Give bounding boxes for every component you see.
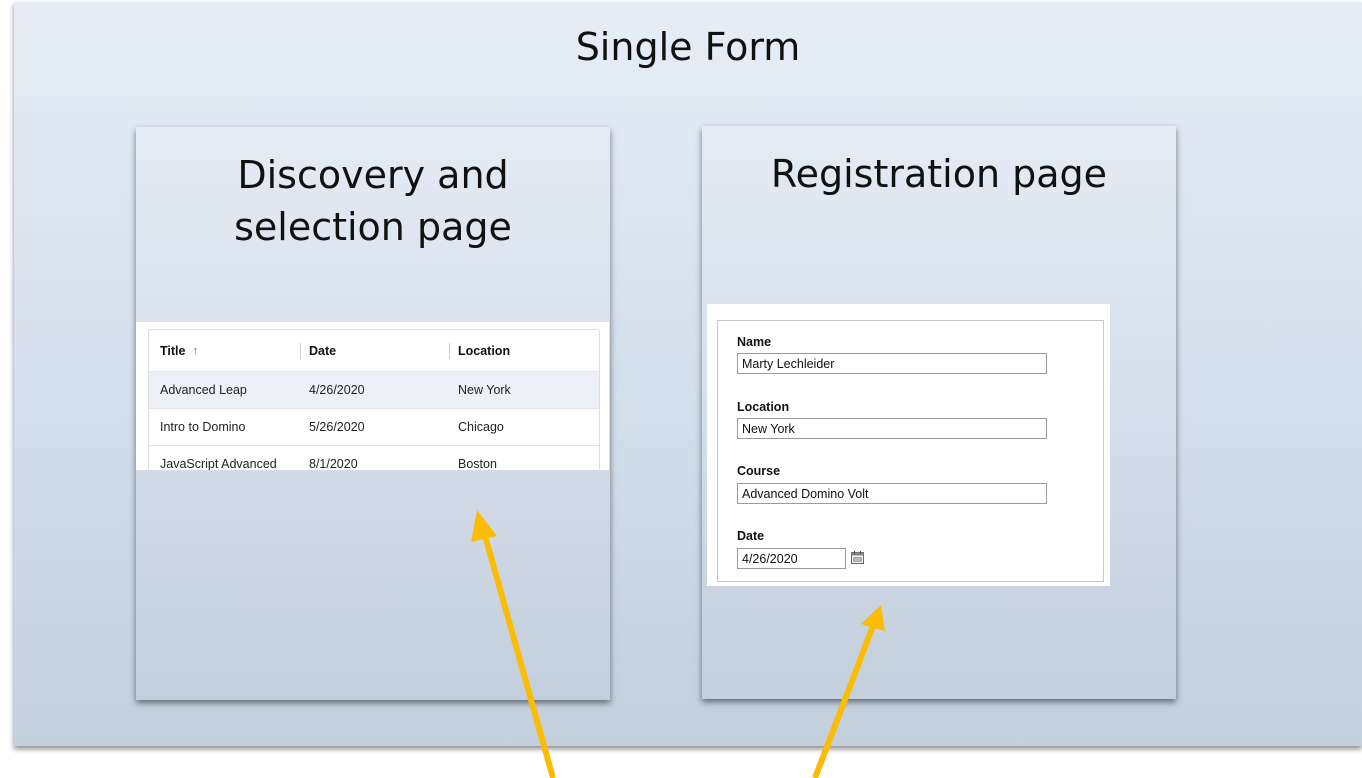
arrow-to-table <box>471 510 556 778</box>
arrows-layer <box>471 510 885 778</box>
arrow-to-form <box>812 605 885 778</box>
